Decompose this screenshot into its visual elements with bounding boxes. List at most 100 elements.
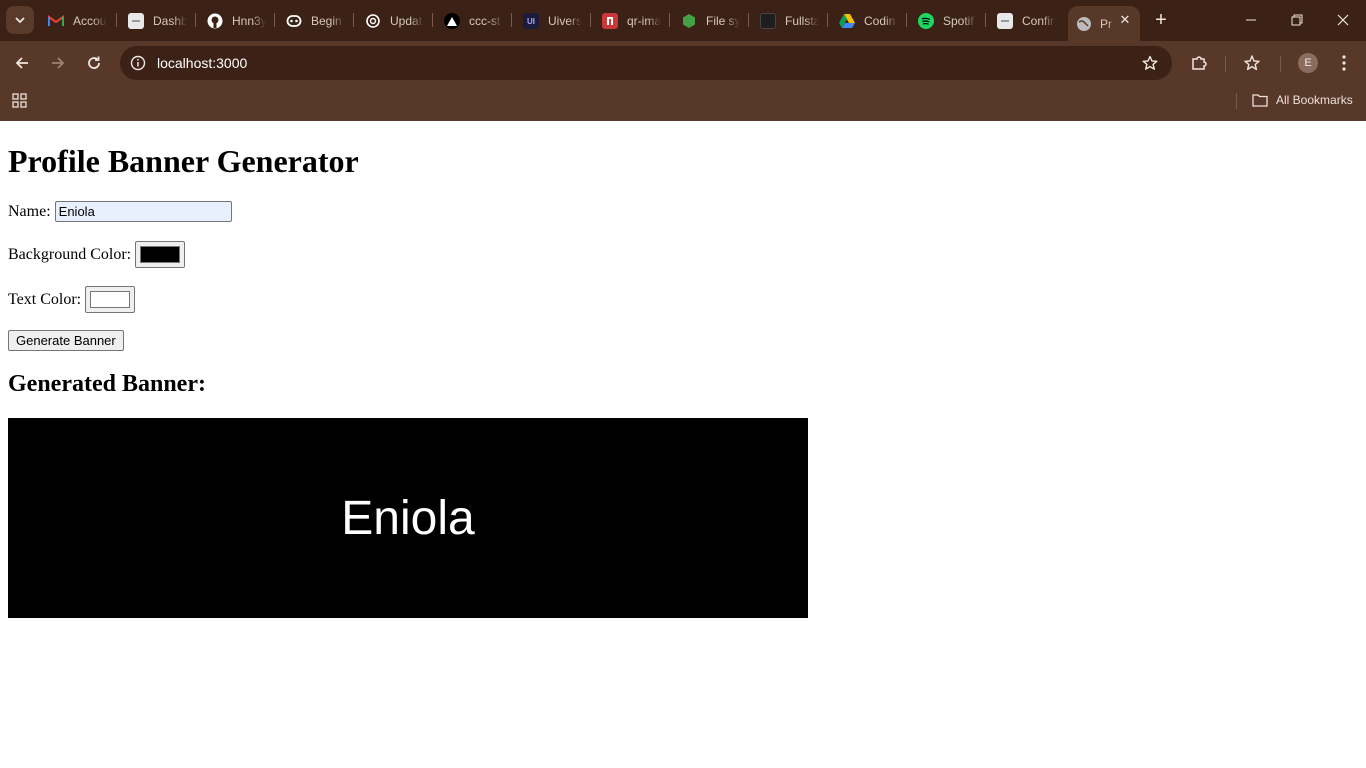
all-bookmarks-button[interactable]: All Bookmarks: [1252, 91, 1353, 109]
tab-strip: Accou Dashb Hnn3y Begin Updat ccc-st UI: [0, 0, 1366, 41]
drive-icon: [839, 13, 855, 29]
copilot-icon: [286, 13, 302, 29]
profile-avatar[interactable]: E: [1298, 53, 1318, 73]
apps-grid-icon[interactable]: [11, 92, 29, 110]
tab-label: Confir: [1022, 14, 1055, 28]
back-button[interactable]: [10, 51, 34, 75]
text-color-preview: [90, 291, 131, 308]
tab-copilot[interactable]: Begin: [286, 8, 345, 34]
tab-gmail[interactable]: Accou: [48, 8, 107, 34]
generated-banner-heading: Generated Banner:: [8, 371, 206, 397]
vercel-icon: [444, 13, 460, 29]
address-bar[interactable]: localhost:3000: [120, 46, 1172, 80]
restore-icon: [1291, 14, 1303, 26]
url-text[interactable]: localhost:3000: [157, 55, 247, 71]
tab-label: Spotif: [943, 14, 974, 28]
tab-drive[interactable]: Codin: [839, 8, 898, 34]
background-color-row: Background Color:: [8, 241, 186, 268]
tab-npm[interactable]: qr-ima: [602, 8, 661, 34]
forward-button[interactable]: [46, 51, 70, 75]
dark-square-icon: [760, 13, 776, 29]
tab-vercel[interactable]: ccc-st: [444, 8, 503, 34]
reload-icon: [88, 56, 100, 69]
text-color-picker[interactable]: [85, 286, 136, 313]
tab-divider: [669, 13, 670, 27]
gmail-icon: [48, 13, 64, 29]
close-icon: [1337, 14, 1349, 26]
bookmarks-divider: [1236, 93, 1237, 109]
reading-list-button[interactable]: [1240, 51, 1264, 75]
tab-divider: [116, 13, 117, 27]
restore-button[interactable]: [1274, 0, 1320, 40]
tab-divider: [748, 13, 749, 27]
tab-label: Pr: [1100, 16, 1112, 31]
site-info-icon[interactable]: [128, 53, 148, 73]
tab-divider: [985, 13, 986, 27]
toolbar-divider: [1280, 56, 1281, 72]
page-icon: [128, 13, 144, 29]
name-input[interactable]: [54, 201, 232, 222]
spotify-icon: [918, 13, 934, 29]
page-content: Profile Banner Generator Name: Backgroun…: [0, 121, 1366, 768]
text-color-label: Text Color:: [8, 290, 82, 308]
background-color-preview: [140, 246, 181, 263]
page-title: Profile Banner Generator: [8, 143, 359, 179]
bookmarks-bar: All Bookmarks: [0, 85, 1366, 121]
uiverse-icon: UI: [523, 13, 539, 29]
tab-nodejs[interactable]: File sy: [681, 8, 740, 34]
openai-icon: [365, 13, 381, 29]
star-list-icon: [1244, 55, 1260, 71]
tab-divider: [590, 13, 591, 27]
tab-dashboard[interactable]: Dashb: [128, 8, 187, 34]
name-row: Name:: [8, 201, 232, 222]
reload-button[interactable]: [82, 51, 106, 75]
browser-toolbar: localhost:3000 E: [0, 41, 1366, 85]
puzzle-icon: [1192, 56, 1207, 70]
tab-confirm[interactable]: Confir: [997, 8, 1056, 34]
tab-divider: [511, 13, 512, 27]
bookmark-star-icon[interactable]: [1140, 53, 1160, 73]
close-tab-icon[interactable]: ✕: [1117, 12, 1133, 28]
background-color-label: Background Color:: [8, 245, 132, 263]
tab-label: Updat: [390, 14, 423, 28]
npm-icon: [602, 13, 618, 29]
text-color-row: Text Color:: [8, 286, 136, 313]
globe-icon: [1076, 16, 1092, 32]
minimize-icon: [1246, 19, 1256, 21]
tab-label: Accou: [73, 14, 107, 28]
name-label: Name:: [8, 202, 51, 220]
browser-menu-button[interactable]: [1332, 51, 1356, 75]
tab-label: Uivers: [548, 14, 582, 28]
tab-spotify[interactable]: Spotif: [918, 8, 977, 34]
chevron-down-icon: [15, 17, 25, 24]
background-color-picker[interactable]: [135, 241, 186, 268]
tab-uiverse[interactable]: UI Uivers: [523, 8, 582, 34]
tab-divider: [353, 13, 354, 27]
arrow-left-icon: [15, 57, 28, 69]
banner-name-text: Eniola: [341, 491, 475, 545]
all-bookmarks-label: All Bookmarks: [1276, 93, 1353, 107]
tab-fullstack[interactable]: Fullsta: [760, 8, 819, 34]
tab-github[interactable]: Hnn3y: [207, 8, 266, 34]
more-vertical-icon: [1342, 55, 1346, 71]
tab-chatgpt[interactable]: Updat: [365, 8, 424, 34]
tab-label: Fullsta: [785, 14, 819, 28]
minimize-button[interactable]: [1228, 0, 1274, 40]
tab-label: qr-ima: [627, 14, 661, 28]
banner-preview: Eniola: [8, 418, 808, 618]
tab-search-button[interactable]: [6, 6, 34, 34]
close-window-button[interactable]: [1320, 0, 1366, 40]
generate-banner-button[interactable]: Generate Banner: [8, 330, 124, 351]
tab-divider: [906, 13, 907, 27]
extensions-button[interactable]: [1187, 51, 1211, 75]
tab-label: Codin: [864, 14, 896, 28]
arrow-right-icon: [52, 57, 65, 69]
new-tab-button[interactable]: +: [1150, 9, 1172, 31]
tab-divider: [195, 13, 196, 27]
github-icon: [207, 13, 223, 29]
tab-divider: [274, 13, 275, 27]
tab-label: Hnn3y: [232, 14, 266, 28]
nodejs-icon: [681, 13, 697, 29]
tab-divider: [432, 13, 433, 27]
tab-label: ccc-st: [469, 14, 501, 28]
